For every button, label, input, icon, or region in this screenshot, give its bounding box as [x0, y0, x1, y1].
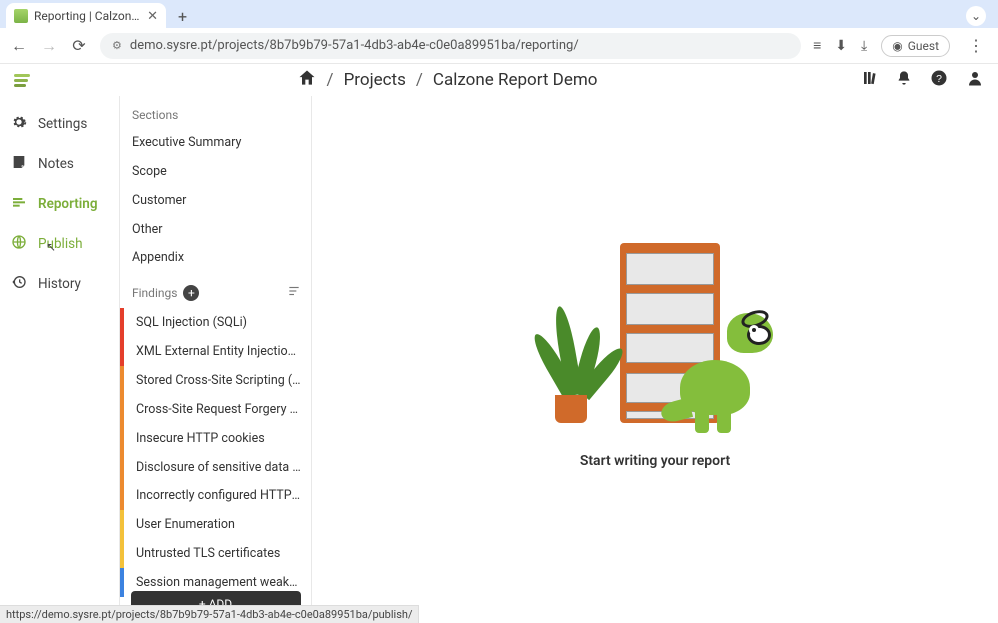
bookshelf-icon[interactable]: [862, 70, 878, 90]
profile-chip-label: Guest: [908, 39, 939, 53]
note-icon: [10, 154, 28, 174]
sidebar-nav: Settings Notes Reporting Publish History: [0, 96, 120, 605]
add-finding-button[interactable]: +: [183, 285, 199, 301]
globe-icon: [10, 234, 28, 254]
site-info-icon[interactable]: ⚙: [112, 39, 122, 52]
add-finding-large-button[interactable]: + ADD: [131, 591, 301, 605]
back-button[interactable]: ←: [10, 36, 28, 56]
address-bar: ← → ⟳ ⚙ demo.sysre.pt/projects/8b7b9b79-…: [0, 28, 998, 64]
finding-item[interactable]: XML External Entity Injection (XXE): [120, 337, 311, 366]
breadcrumb-sep: /: [416, 70, 423, 90]
finding-item[interactable]: SQL Injection (SQLi): [120, 308, 311, 337]
svg-text:?: ?: [936, 73, 942, 85]
nav-label: History: [38, 276, 81, 292]
bell-icon[interactable]: [896, 70, 912, 90]
section-item[interactable]: Appendix: [120, 243, 311, 272]
download-icon[interactable]: ⬇: [835, 38, 847, 54]
nav-history[interactable]: History: [0, 264, 119, 304]
forward-button[interactable]: →: [40, 36, 58, 56]
nav-settings[interactable]: Settings: [0, 104, 119, 144]
help-icon[interactable]: ?: [930, 69, 948, 91]
sections-panel: Sections Executive Summary Scope Custome…: [120, 96, 312, 605]
nav-publish[interactable]: Publish: [0, 224, 119, 264]
finding-item[interactable]: Cross-Site Request Forgery (CSRF): [120, 395, 311, 424]
url-text: demo.sysre.pt/projects/8b7b9b79-57a1-4db…: [130, 38, 789, 53]
reload-button[interactable]: ⟳: [70, 36, 88, 55]
address-bar-actions: ≡ ⬇ ⤓ ◉ Guest ⋮: [813, 35, 988, 57]
main-pane: Start writing your report: [312, 96, 998, 605]
finding-item[interactable]: Incorrectly configured HTTP securi...: [120, 481, 311, 510]
new-tab-button[interactable]: +: [172, 7, 193, 26]
placeholder-text: Start writing your report: [580, 453, 730, 469]
finding-item[interactable]: Disclosure of sensitive data in URL ...: [120, 453, 311, 482]
findings-header: Findings +: [120, 272, 311, 308]
nav-label: Reporting: [38, 196, 98, 212]
install-icon[interactable]: ⤓: [861, 38, 867, 54]
placeholder-illustration: [535, 233, 775, 433]
app-logo-icon[interactable]: [14, 71, 32, 89]
tab-title: Reporting | Calzone Report D: [34, 9, 141, 23]
sort-findings-icon[interactable]: [287, 284, 301, 302]
sections-heading: Sections: [120, 104, 311, 128]
section-item[interactable]: Scope: [120, 157, 311, 186]
url-box[interactable]: ⚙ demo.sysre.pt/projects/8b7b9b79-57a1-4…: [100, 33, 801, 59]
finding-item[interactable]: Untrusted TLS certificates: [120, 539, 311, 568]
tabs-dropdown-icon[interactable]: ⌄: [966, 6, 986, 26]
nav-label: Notes: [38, 156, 74, 172]
gear-icon: [10, 114, 28, 134]
breadcrumb-project-name: Calzone Report Demo: [433, 70, 598, 90]
section-item[interactable]: Executive Summary: [120, 128, 311, 157]
nav-label: Publish: [38, 236, 83, 252]
account-icon[interactable]: [966, 69, 984, 91]
section-item[interactable]: Other: [120, 215, 311, 244]
favicon-icon: [14, 9, 28, 23]
finding-item[interactable]: Stored Cross-Site Scripting (XSS): [120, 366, 311, 395]
nav-reporting[interactable]: Reporting: [0, 184, 119, 224]
finding-item[interactable]: Insecure HTTP cookies: [120, 424, 311, 453]
breadcrumb-projects[interactable]: Projects: [344, 70, 406, 90]
home-icon[interactable]: [297, 68, 317, 93]
nav-notes[interactable]: Notes: [0, 144, 119, 184]
section-item[interactable]: Customer: [120, 186, 311, 215]
browser-tab[interactable]: Reporting | Calzone Report D ✕: [6, 3, 166, 29]
browser-menu-icon[interactable]: ⋮: [964, 36, 988, 55]
nav-label: Settings: [38, 116, 87, 132]
workspace: Settings Notes Reporting Publish History: [0, 96, 998, 605]
history-icon: [10, 274, 28, 294]
finding-item[interactable]: User Enumeration: [120, 510, 311, 539]
status-bar: https://demo.sysre.pt/projects/8b7b9b79-…: [0, 605, 419, 623]
close-tab-icon[interactable]: ✕: [147, 9, 158, 24]
person-icon: ◉: [892, 39, 902, 53]
header-actions: ?: [862, 69, 984, 91]
profile-chip[interactable]: ◉ Guest: [881, 35, 950, 57]
browser-chrome: Reporting | Calzone Report D ✕ + ⌄: [0, 0, 998, 28]
findings-heading: Findings: [132, 286, 177, 300]
breadcrumb: / Projects / Calzone Report Demo: [32, 68, 862, 93]
tab-bar: Reporting | Calzone Report D ✕ + ⌄: [0, 0, 998, 28]
breadcrumb-sep: /: [327, 70, 334, 90]
tune-icon[interactable]: ≡: [813, 37, 821, 54]
bars-icon: [10, 194, 28, 214]
app-header: / Projects / Calzone Report Demo ?: [0, 64, 998, 96]
